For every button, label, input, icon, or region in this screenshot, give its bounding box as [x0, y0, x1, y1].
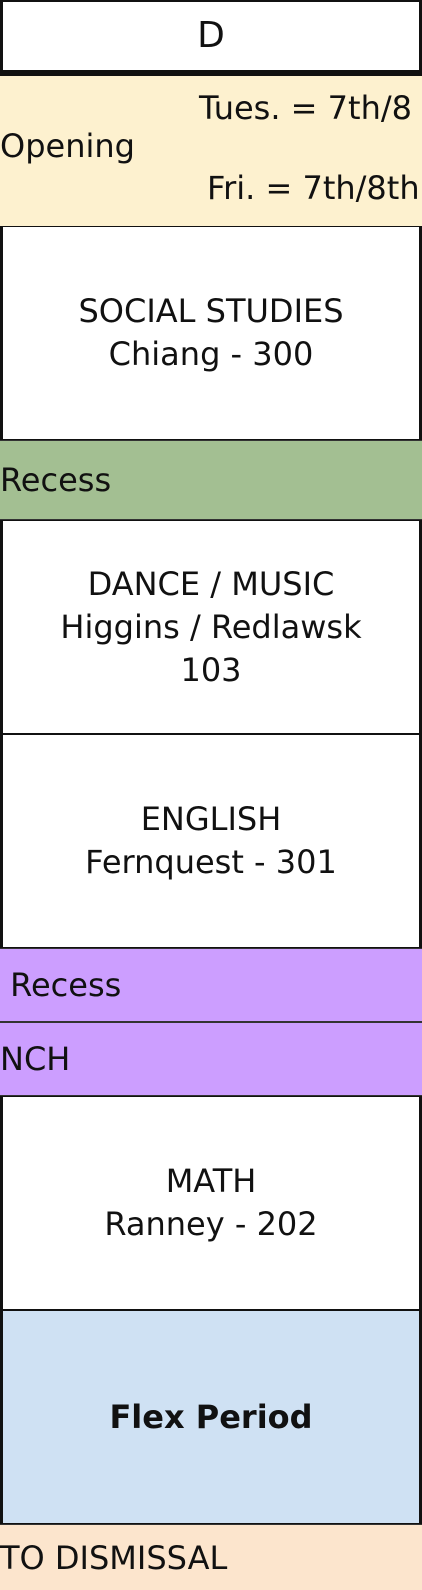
class-subject: ENGLISH — [140, 800, 282, 838]
recess-label: Recess — [0, 461, 112, 499]
class-block-math: MATH Ranney - 202 — [0, 1096, 422, 1310]
class-subject: DANCE / MUSIC — [87, 564, 335, 603]
class-block-social-studies: SOCIAL STUDIES Chiang - 300 — [0, 226, 422, 440]
day-column-header: D — [0, 0, 422, 76]
lunch-band: NCH — [0, 1022, 422, 1096]
class-teacher: Higgins / Redlawsk — [60, 607, 362, 646]
flex-period-block: Flex Period — [0, 1310, 422, 1524]
class-room: 103 — [180, 650, 242, 689]
recess-band-midday: Recess — [0, 948, 422, 1022]
dismissal-band: TO DISMISSAL — [0, 1524, 422, 1590]
class-teacher-room: Chiang - 300 — [108, 335, 314, 373]
class-block-english: ENGLISH Fernquest - 301 — [0, 734, 422, 948]
flex-period-label: Flex Period — [109, 1397, 313, 1436]
recess-band-morning: Recess — [0, 440, 422, 520]
dismissal-label: TO DISMISSAL — [0, 1538, 228, 1577]
opening-tuesday-note: Tues. = 7th/8 — [199, 89, 412, 127]
class-block-dance-music: DANCE / MUSIC Higgins / Redlawsk 103 — [0, 520, 422, 734]
class-subject: MATH — [165, 1162, 257, 1200]
opening-label: Opening — [0, 127, 135, 165]
recess-label: Recess — [0, 966, 122, 1004]
class-teacher-room: Ranney - 202 — [104, 1205, 318, 1243]
day-letter: D — [197, 15, 225, 56]
opening-band: Opening Tues. = 7th/8 Fri. = 7th/8th — [0, 76, 422, 226]
opening-friday-note: Fri. = 7th/8th — [207, 169, 420, 207]
class-subject: SOCIAL STUDIES — [78, 292, 344, 330]
class-teacher-room: Fernquest - 301 — [85, 843, 337, 881]
lunch-label: NCH — [0, 1040, 71, 1078]
